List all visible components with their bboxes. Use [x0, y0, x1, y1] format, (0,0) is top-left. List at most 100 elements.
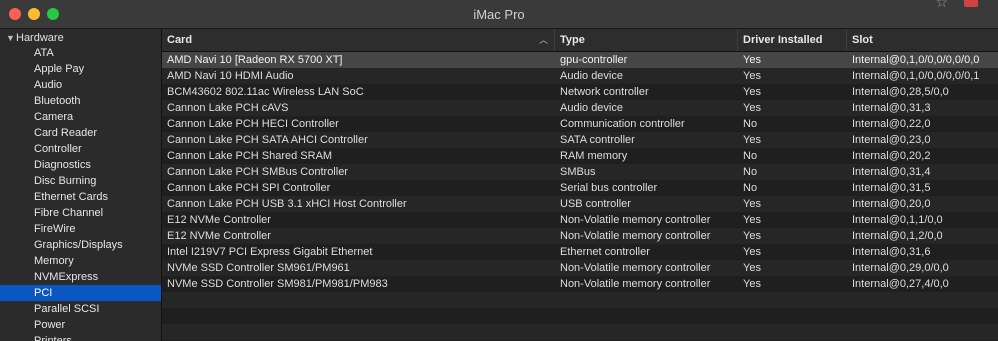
cell-driver: No [743, 118, 758, 130]
sidebar-item-firewire[interactable]: FireWire [0, 221, 161, 237]
disclosure-triangle-icon[interactable]: ▼ [6, 31, 16, 45]
sort-ascending-icon: ︿ [538, 35, 548, 45]
table-row[interactable]: Cannon Lake PCH Shared SRAM RAM memory No I… [162, 148, 998, 164]
sidebar-item-audio[interactable]: Audio [0, 77, 161, 93]
close-icon[interactable]: × [964, 0, 978, 7]
cell-driver: Yes [743, 54, 761, 66]
table-row[interactable]: Cannon Lake PCH SATA AHCI Controller SATA… [162, 132, 998, 148]
title-bar[interactable]: iMac Pro ☆ × [0, 0, 998, 29]
table-row[interactable]: NVMe SSD Controller SM961/PM961 Non-Volat… [162, 260, 998, 276]
cell-card: AMD Navi 10 HDMI Audio [167, 70, 294, 82]
sidebar-item-card-reader[interactable]: Card Reader [0, 125, 161, 141]
sidebar-item-ata[interactable]: ATA [0, 45, 161, 61]
cell-slot: Internal@0,31,3 [852, 102, 931, 114]
empty-row [162, 292, 998, 308]
sidebar-item-ethernet-cards[interactable]: Ethernet Cards [0, 189, 161, 205]
cell-slot: Internal@0,23,0 [852, 134, 931, 146]
cell-driver: No [743, 182, 758, 194]
cell-card: Cannon Lake PCH cAVS [167, 102, 289, 114]
sidebar-item-memory[interactable]: Memory [0, 253, 161, 269]
cell-driver: Yes [743, 262, 761, 274]
cell-card: Cannon Lake PCH SMBus Controller [167, 166, 348, 178]
table-row[interactable]: E12 NVMe Controller Non-Volatile memory c… [162, 212, 998, 228]
sidebar-item-camera[interactable]: Camera [0, 109, 161, 125]
sidebar-item-apple-pay[interactable]: Apple Pay [0, 61, 161, 77]
sidebar-item-pci[interactable]: PCI [0, 285, 161, 301]
sidebar-item-printers[interactable]: Printers [0, 333, 161, 341]
sidebar-item-fibre-channel[interactable]: Fibre Channel [0, 205, 161, 221]
table-row[interactable]: Cannon Lake PCH HECI Controller Communica… [162, 116, 998, 132]
cell-slot: Internal@0,31,4 [852, 166, 931, 178]
cell-slot: Internal@0,31,6 [852, 246, 931, 258]
table-row[interactable]: Intel I219V7 PCI Express Gigabit Etherne… [162, 244, 998, 260]
table-row[interactable]: E12 NVMe Controller Non-Volatile memory c… [162, 228, 998, 244]
sidebar-item-nvmexpress[interactable]: NVMExpress [0, 269, 161, 285]
sidebar: ▼Hardware ATA Apple Pay Audio Bluetooth Came… [0, 29, 162, 341]
cell-type: SATA controller [560, 134, 635, 146]
cell-card: Cannon Lake PCH Shared SRAM [167, 150, 333, 162]
window-title: iMac Pro [473, 7, 525, 22]
table-row[interactable]: Cannon Lake PCH cAVS Audio device Yes Inter… [162, 100, 998, 116]
table-row[interactable]: AMD Navi 10 [Radeon RX 5700 XT] gpu-contr… [162, 52, 998, 68]
cell-type: Communication controller [560, 118, 685, 130]
pci-table: Card ︿ Type Driver Installed Slot AMD Na… [162, 29, 998, 341]
cell-type: Non-Volatile memory controller [560, 262, 711, 274]
table-row[interactable]: NVMe SSD Controller SM981/PM981/PM983 Non… [162, 276, 998, 292]
cell-card: Intel I219V7 PCI Express Gigabit Etherne… [167, 246, 373, 258]
cell-card: Cannon Lake PCH HECI Controller [167, 118, 339, 130]
table-row[interactable]: Cannon Lake PCH USB 3.1 xHCI Host Contro… [162, 196, 998, 212]
sidebar-item-power[interactable]: Power [0, 317, 161, 333]
sidebar-section-hardware[interactable]: ▼Hardware [0, 31, 161, 45]
cell-driver: Yes [743, 86, 761, 98]
cell-slot: Internal@0,27,4/0,0 [852, 278, 949, 290]
cell-type: gpu-controller [560, 54, 628, 66]
sidebar-item-parallel-scsi[interactable]: Parallel SCSI [0, 301, 161, 317]
cell-slot: Internal@0,1,1/0,0 [852, 214, 943, 226]
cell-slot: Internal@0,1,2/0,0 [852, 230, 943, 242]
cell-card: E12 NVMe Controller [167, 230, 271, 242]
column-header-label: Slot [852, 34, 873, 46]
cell-slot: Internal@0,20,0 [852, 198, 931, 210]
cell-type: Network controller [560, 86, 649, 98]
cell-slot: Internal@0,20,2 [852, 150, 931, 162]
column-header-card[interactable]: Card ︿ [162, 29, 555, 51]
column-header-slot[interactable]: Slot [847, 29, 998, 51]
column-header-label: Driver Installed [743, 34, 823, 46]
cell-type: Non-Volatile memory controller [560, 278, 711, 290]
table-row[interactable]: BCM43602 802.11ac Wireless LAN SoC Networ… [162, 84, 998, 100]
cell-type: Audio device [560, 70, 623, 82]
table-row[interactable]: Cannon Lake PCH SPI Controller Serial bus… [162, 180, 998, 196]
cell-type: Non-Volatile memory controller [560, 214, 711, 226]
column-header-driver-installed[interactable]: Driver Installed [738, 29, 847, 51]
cell-slot: Internal@0,1,0/0,0/0,0/0,1 [852, 70, 980, 82]
cell-card: E12 NVMe Controller [167, 214, 271, 226]
cell-slot: Internal@0,28,5/0,0 [852, 86, 949, 98]
cell-type: Audio device [560, 102, 623, 114]
cell-type: USB controller [560, 198, 631, 210]
star-icon[interactable]: ☆ [935, 0, 948, 11]
sidebar-item-controller[interactable]: Controller [0, 141, 161, 157]
column-header-type[interactable]: Type [555, 29, 738, 51]
system-information-window: iMac Pro ☆ × ▼Hardware ATAApple PayAudio… [0, 0, 998, 341]
sidebar-item-diagnostics[interactable]: Diagnostics [0, 157, 161, 173]
cell-card: Cannon Lake PCH SPI Controller [167, 182, 331, 194]
cell-driver: Yes [743, 214, 761, 226]
cell-driver: Yes [743, 230, 761, 242]
column-header-label: Card [167, 34, 193, 46]
sidebar-item-disc-burning[interactable]: Disc Burning [0, 173, 161, 189]
table-body: AMD Navi 10 [Radeon RX 5700 XT] gpu-contr… [162, 52, 998, 340]
table-row[interactable]: AMD Navi 10 HDMI Audio Audio device Yes Int… [162, 68, 998, 84]
cell-driver: Yes [743, 246, 761, 258]
cell-driver: Yes [743, 198, 761, 210]
sidebar-item-bluetooth[interactable]: Bluetooth [0, 93, 161, 109]
cell-slot: Internal@0,31,5 [852, 182, 931, 194]
empty-row [162, 324, 998, 340]
cell-card: NVMe SSD Controller SM981/PM981/PM983 [167, 278, 388, 290]
table-row[interactable]: Cannon Lake PCH SMBus Controller SMBus No I… [162, 164, 998, 180]
cell-driver: Yes [743, 102, 761, 114]
cell-driver: No [743, 166, 758, 178]
table-header: Card ︿ Type Driver Installed Slot [162, 29, 998, 52]
cell-type: SMBus [560, 166, 596, 178]
cell-card: BCM43602 802.11ac Wireless LAN SoC [167, 86, 364, 98]
sidebar-item-graphics-displays[interactable]: Graphics/Displays [0, 237, 161, 253]
